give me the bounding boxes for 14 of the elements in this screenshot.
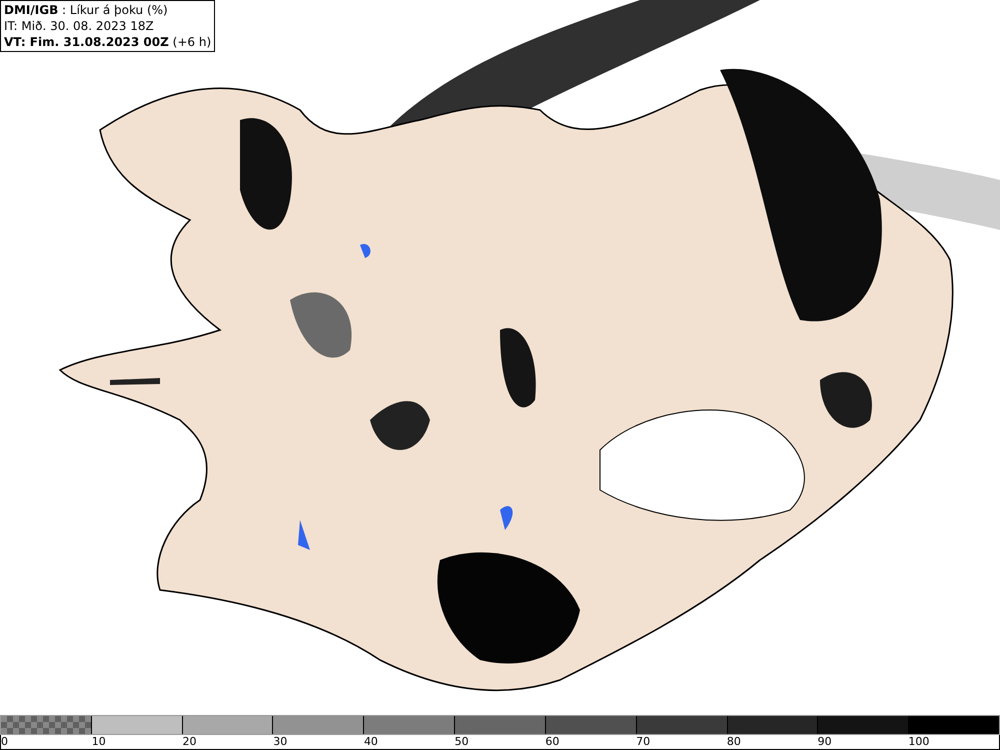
legend-label: 30 [273,735,288,749]
info-line: IT: Mið. 30. 08. 2023 18Z [4,18,155,34]
legend-label: 60 [545,735,560,749]
legend-label: 40 [364,735,379,749]
legend-label: 50 [454,735,470,749]
info-line: VT: Fim. 31.08.2023 00Z (+6 h) [4,34,212,50]
legend-label: 90 [818,735,833,749]
legend-label: 20 [182,735,198,749]
info-line: DMI/IGB : Líkur á þoku (%) [4,2,169,18]
legend-label: 70 [636,735,652,749]
legend-label: 10 [92,735,107,749]
legend-label: 100 [908,735,930,749]
legend-label: 0 [1,735,9,749]
legend-label: 80 [726,735,742,749]
